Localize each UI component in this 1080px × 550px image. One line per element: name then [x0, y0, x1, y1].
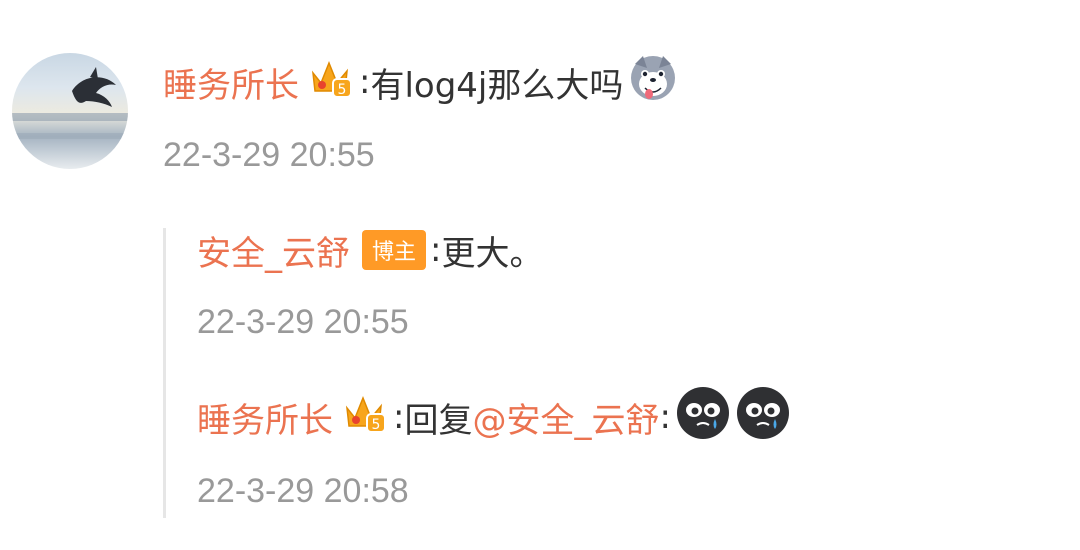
reply-mention-link[interactable]: @安全_云舒: [472, 393, 659, 442]
reply-text: 更大。: [441, 233, 544, 274]
husky-tongue-emoji-icon: [627, 52, 679, 113]
avatar[interactable]: [12, 53, 128, 169]
member-level-label: 5: [372, 417, 381, 433]
reply-timestamp: 22-3-29 20:55: [197, 303, 409, 341]
mention-separator: :: [659, 397, 671, 437]
crying-face-emoji-icon: [735, 385, 791, 450]
reply-username[interactable]: 睡务所长: [197, 393, 333, 442]
reply-line: 睡务所长 5 : 回复 @安全_云舒 :: [197, 386, 791, 445]
member-crown-icon[interactable]: 5: [309, 55, 355, 110]
comment-timestamp: 22-3-29 20:55: [163, 136, 375, 174]
comment-separator: :: [359, 62, 371, 102]
reply-timestamp: 22-3-29 20:58: [197, 472, 409, 510]
crying-face-emoji-icon: [675, 385, 731, 450]
reply-prefix: 回复: [404, 400, 473, 441]
reply-thread-divider: [163, 228, 166, 518]
blogger-badge: 博主: [362, 230, 427, 270]
reply-username[interactable]: 安全_云舒: [197, 226, 350, 275]
reply-line: 安全_云舒 博主 : 更大。: [197, 226, 543, 274]
comment-text: 有log4j那么大吗: [370, 65, 624, 106]
comment-line: 睡务所长 5 : 有log4j那么大吗: [163, 55, 679, 107]
member-crown-icon[interactable]: 5: [343, 390, 389, 445]
reply-separator: :: [393, 397, 405, 437]
reply-separator: :: [430, 230, 442, 270]
comment-username[interactable]: 睡务所长: [163, 58, 299, 107]
member-level-label: 5: [338, 82, 347, 98]
